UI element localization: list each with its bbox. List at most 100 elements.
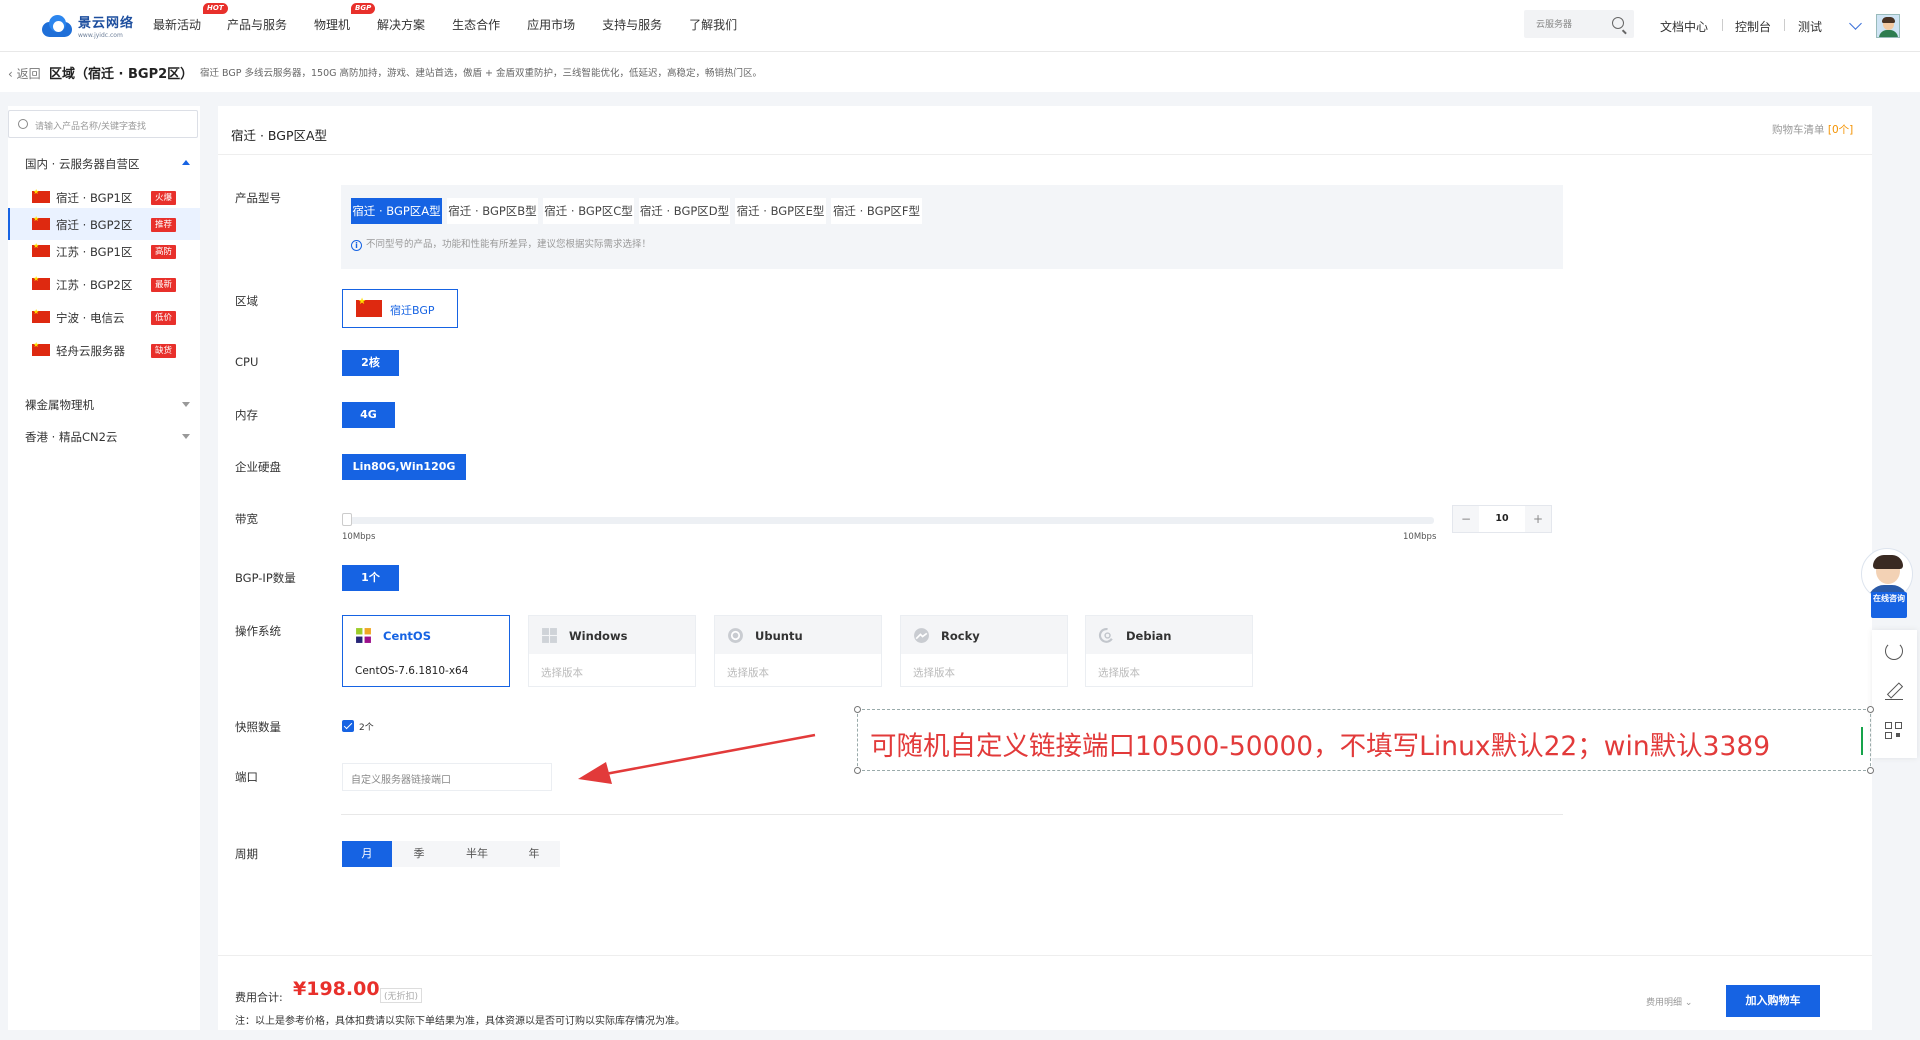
bgp-badge: BGP [351,3,376,14]
model-tab-e[interactable]: 宿迁 · BGP区E型 [735,198,826,224]
snapshot-checkbox[interactable] [342,720,354,732]
os-version-select[interactable]: 选择版本 [727,665,769,680]
sidebar-item-ningbo-telecom[interactable]: 宁波 · 电信云 低价 [8,301,200,333]
caret-down-icon [182,434,190,439]
annotation-text[interactable]: 可随机自定义链接端口10500-50000，不填写Linux默认22；win默认… [870,724,1770,763]
refresh-icon[interactable] [1885,642,1903,660]
china-flag-icon [32,341,50,356]
sidebar-group-label: 香港 · 精品CN2云 [25,430,118,444]
os-card-ubuntu[interactable]: Ubuntu 选择版本 [714,615,882,687]
nav-item-support[interactable]: 支持与服务 [602,0,662,52]
china-flag-icon [32,308,50,323]
sidebar-item-jiangsu-bgp2[interactable]: 江苏 · BGP2区 最新 [8,268,200,300]
plus-button[interactable]: + [1525,506,1551,532]
info-icon: i [351,240,362,251]
os-card-debian[interactable]: Debian 选择版本 [1085,615,1253,687]
os-card-windows[interactable]: Windows 选择版本 [528,615,696,687]
model-tab-f[interactable]: 宿迁 · BGP区F型 [831,198,922,224]
china-flag-icon [356,297,382,317]
ip-count-option[interactable]: 1个 [342,565,399,591]
os-version-select[interactable]: 选择版本 [1098,665,1140,680]
cycle-tab-month[interactable]: 月 [342,841,392,867]
sidebar-group-hk-cn2[interactable]: 香港 · 精品CN2云 [8,421,200,451]
caret-up-icon [182,160,190,165]
bandwidth-stepper: − 10 + [1452,505,1552,533]
status-badge: 推荐 [151,218,177,232]
rocky-icon [914,628,929,643]
nav-item-solutions[interactable]: 解决方案 [377,0,425,52]
qr-code-icon[interactable] [1885,722,1903,740]
back-link[interactable]: ‹ 返回 [8,65,41,82]
console-link[interactable]: 控制台 [1735,18,1771,35]
region-option-suqian[interactable]: 宿迁BGP [342,289,458,328]
os-name: CentOS [383,629,431,643]
resize-handle[interactable] [854,767,861,774]
sidebar-item-jiangsu-bgp1[interactable]: 江苏 · BGP1区 高防 [8,235,200,267]
user-name[interactable]: 测试 [1798,18,1822,35]
os-version-select[interactable]: 选择版本 [913,665,955,680]
nav-item-activities[interactable]: 最新活动 HOT [153,0,228,52]
os-card-centos[interactable]: CentOS CentOS-7.6.1810-x64 [342,615,510,687]
model-tab-d[interactable]: 宿迁 · BGP区D型 [639,198,730,224]
docs-link[interactable]: 文档中心 [1660,18,1708,35]
memory-option[interactable]: 4G [342,402,395,428]
status-badge: 低价 [151,311,177,325]
sidebar-group-domestic[interactable]: 国内 · 云服务器自营区 [8,148,200,178]
sidebar-item-qingzhou-cloud[interactable]: 轻舟云服务器 缺货 [8,334,200,366]
resize-handle[interactable] [1867,706,1874,713]
divider [218,154,1872,155]
resize-handle[interactable] [1867,767,1874,774]
avatar[interactable] [1876,14,1900,38]
panel-title: 宿迁 · BGP区A型 [231,128,328,143]
add-to-cart-button[interactable]: 加入购物车 [1726,985,1820,1017]
model-tab-b[interactable]: 宿迁 · BGP区B型 [447,198,538,224]
minus-button[interactable]: − [1453,506,1479,532]
snapshot-count: 2个 [359,723,374,733]
top-search-input[interactable]: 云服务器 [1524,10,1634,38]
cycle-tab-half-year[interactable]: 半年 [446,841,508,867]
online-consult-button[interactable]: 在线咨询 [1857,548,1917,622]
os-version-select[interactable]: 选择版本 [541,665,583,680]
breadcrumb: ‹ 返回 区域（宿迁 · BGP2区） 宿迁 BGP 多线云服务器，150G 高… [0,52,1920,92]
edit-icon[interactable] [1885,682,1903,700]
top-nav: 景云网络 www.jyidc.com 最新活动 HOT 产品与服务 物理机 BGP … [0,0,1920,52]
bandwidth-slider-handle[interactable] [342,513,352,526]
consult-label: 在线咨询 [1871,592,1907,618]
sidebar-item-label: 江苏 · BGP2区 [56,278,133,292]
chevron-down-icon[interactable] [1849,17,1862,30]
os-version-select[interactable]: CentOS-7.6.1810-x64 [355,665,468,677]
config-panel: 宿迁 · BGP区A型 购物车清单 [0个] 产品型号 宿迁 · BGP区A型 … [218,106,1872,1026]
resize-handle[interactable] [854,706,861,713]
cart-list-link[interactable]: 购物车清单 [0个] [1772,122,1853,137]
bandwidth-value[interactable]: 10 [1479,513,1525,524]
port-input[interactable]: 自定义服务器链接端口 [342,763,552,791]
sidebar-group-bare-metal[interactable]: 裸金属物理机 [8,389,200,419]
model-tab-c[interactable]: 宿迁 · BGP区C型 [543,198,634,224]
bandwidth-max: 10Mbps [1403,532,1437,542]
nav-item-about[interactable]: 了解我们 [689,0,737,52]
os-card-rocky[interactable]: Rocky 选择版本 [900,615,1068,687]
order-footer: 费用合计: ¥198.00 (无折扣) 注：以上是参考价格，具体扣费请以实际下单… [218,955,1872,1030]
sidebar-search-input[interactable]: 请输入产品名称/关键字查找 [8,110,198,138]
bandwidth-slider[interactable] [342,517,1434,524]
model-tab-a[interactable]: 宿迁 · BGP区A型 [351,198,442,224]
port-label: 端口 [235,770,258,784]
brand-logo[interactable]: 景云网络 www.jyidc.com [40,12,134,39]
sidebar-item-label: 宿迁 · BGP2区 [56,218,133,232]
nav-item-physical[interactable]: 物理机 BGP [314,0,376,52]
snapshot-label: 快照数量 [235,720,281,734]
search-icon[interactable] [1612,17,1624,29]
fee-detail-link[interactable]: 费用明细 ⌄ [1646,995,1692,1008]
nav-item-products[interactable]: 产品与服务 [227,0,287,52]
sidebar-search-placeholder: 请输入产品名称/关键字查找 [35,122,147,132]
cycle-tab-year[interactable]: 年 [508,841,560,867]
nav-item-app-market[interactable]: 应用市场 [527,0,575,52]
disk-option[interactable]: Lin80G,Win120G [342,454,466,480]
cycle-tab-quarter[interactable]: 季 [392,841,446,867]
china-flag-icon [32,188,50,203]
cpu-option[interactable]: 2核 [342,350,399,376]
top-search-placeholder: 云服务器 [1536,20,1573,30]
annotation-box: 可随机自定义链接端口10500-50000，不填写Linux默认22；win默认… [854,706,1874,774]
nav-item-ecosystem[interactable]: 生态合作 [452,0,500,52]
ubuntu-icon [728,628,743,643]
